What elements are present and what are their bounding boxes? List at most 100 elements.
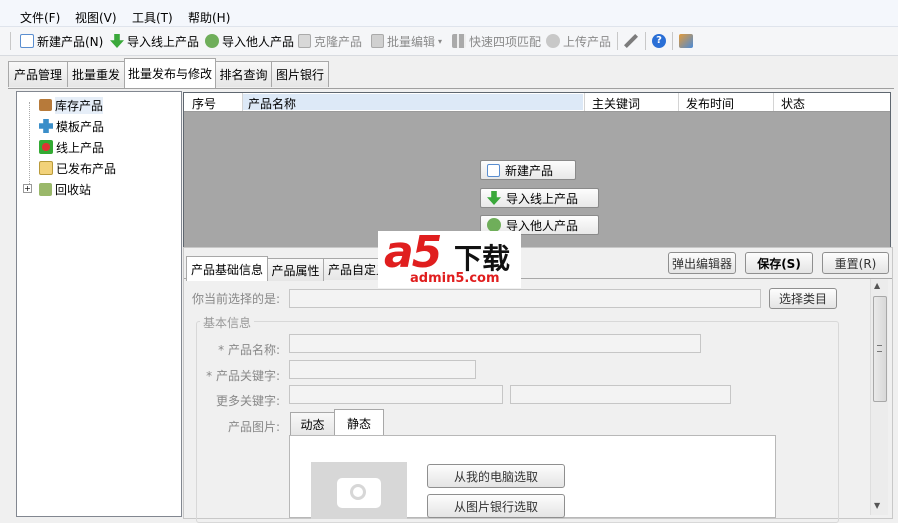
camera-icon [337,478,381,508]
select-from-computer-button[interactable]: 从我的电脑选取 [427,464,565,488]
save-button[interactable]: 保存(S) [745,252,813,274]
tree-item-label: 回收站 [55,182,92,197]
tab-product-management[interactable]: 产品管理 [8,61,68,87]
puzzle-icon [39,119,53,133]
a5-watermark-logo: a5 下载 admin5.com [378,227,521,288]
upload-label: 上传产品 [563,34,612,49]
tree-item-label: 库存产品 [55,96,104,114]
help-button[interactable]: ? [652,32,666,50]
scrollbar-thumb[interactable] [873,296,887,402]
tab-batch-repost[interactable]: 批量重发 [67,61,125,87]
new-document-icon [487,163,500,177]
settings-tools-button[interactable] [624,32,638,50]
scroll-up-arrow-icon[interactable]: ▲ [874,281,880,290]
dropdown-arrow-icon[interactable]: ▾ [438,37,442,46]
tab-image-bank[interactable]: 图片银行 [271,61,329,87]
product-detail-panel: 产品基础信息 产品属性 产品自定义 弹出编辑器 保存(S) 重置(R) 你当前选… [183,247,893,523]
main-tabs: 产品管理 批量重发 批量发布与修改 排名查询 图片银行 [8,58,894,89]
download-arrow-icon [110,34,124,48]
tab-batch-publish-edit[interactable]: 批量发布与修改 [124,58,216,88]
upload-icon [546,34,560,48]
new-product-button[interactable]: 新建产品(N) [20,32,103,50]
import-online-label: 导入线上产品 [127,34,200,49]
tree-item-published[interactable]: 已发布产品 [39,159,116,177]
new-document-icon [20,34,34,48]
reset-button[interactable]: 重置(R) [822,252,889,274]
account-button[interactable] [679,32,693,50]
col-main-keyword[interactable]: 主关键词 [592,95,640,112]
online-product-icon [39,140,53,154]
col-publish-time[interactable]: 发布时间 [686,95,734,112]
grid-new-product-button[interactable]: 新建产品 [480,160,576,180]
more-keyword-input-2[interactable] [510,385,731,404]
select-from-image-bank-button[interactable]: 从图片银行选取 [427,494,565,518]
tree-item-recycle-bin[interactable]: 回收站 [39,180,91,198]
image-placeholder [311,462,407,519]
batch-edit-icon [371,34,384,48]
subtab-custom[interactable]: 产品自定义 [323,258,383,280]
col-status[interactable]: 状态 [781,95,805,112]
batch-edit-label: 批量编辑 [387,34,436,49]
col-product-name[interactable]: 产品名称 [248,95,296,112]
tree-item-label: 模板产品 [56,119,105,134]
import-others-label: 导入他人产品 [222,34,295,49]
menubar: 文件(F) 视图(V) 工具(T) 帮助(H) [0,0,898,27]
detail-scrollbar[interactable]: ▲ ▼ [870,279,888,515]
grid-import-online-button[interactable]: 导入线上产品 [480,188,599,208]
clone-icon [298,34,311,48]
user-import-icon [205,34,219,48]
clone-button[interactable]: 克隆产品 [298,32,362,50]
current-category-field[interactable] [289,289,761,308]
watermark-site: admin5.com [410,271,500,286]
box-icon [39,99,52,111]
select-category-button[interactable]: 选择类目 [769,288,837,309]
download-arrow-icon [487,191,501,205]
quick-match-label: 快速四项匹配 [469,34,542,49]
basic-info-group-title: 基本信息 [200,314,255,331]
column-divider [584,93,585,111]
import-online-button[interactable]: 导入线上产品 [110,32,199,50]
column-divider [678,93,679,111]
more-keyword-input-1[interactable] [289,385,503,404]
popup-editor-button[interactable]: 弹出编辑器 [668,252,736,274]
tree-item-online[interactable]: 线上产品 [39,138,104,156]
published-icon [39,161,53,175]
grid-action-label: 导入线上产品 [506,191,579,206]
grid-match-icon [452,34,466,48]
menu-file[interactable]: 文件(F) [20,9,60,26]
upload-button[interactable]: 上传产品 [546,32,611,50]
menu-view[interactable]: 视图(V) [75,9,117,26]
tree-item-inventory[interactable]: 库存产品 [39,96,104,114]
help-icon: ? [652,34,666,48]
product-keyword-input[interactable] [289,360,476,379]
tree-lines [29,102,31,190]
toolbar-grip [10,32,11,50]
product-keyword-label: * 产品关键字: [206,369,280,383]
tab-ranking-query[interactable]: 排名查询 [215,61,272,87]
column-divider [773,93,774,111]
quick-match-button[interactable]: 快速四项匹配 [452,32,541,50]
subtab-attributes[interactable]: 产品属性 [267,258,324,281]
subtab-basic-info[interactable]: 产品基础信息 [186,256,268,281]
tree-item-templates[interactable]: 模板产品 [39,117,104,135]
product-name-input[interactable] [289,334,701,353]
menu-help[interactable]: 帮助(H) [188,9,230,26]
product-image-label: 产品图片: [227,420,280,434]
user-import-icon [487,218,501,232]
product-category-tree: 库存产品 模板产品 线上产品 已发布产品 + 回收站 [16,91,182,517]
image-tab-dynamic[interactable]: 动态 [290,412,335,435]
batch-edit-button[interactable]: 批量编辑 ▾ [371,32,442,50]
menu-tools[interactable]: 工具(T) [132,9,173,26]
product-name-label: * 产品名称: [218,343,280,357]
scroll-down-arrow-icon[interactable]: ▼ [874,501,880,510]
grid-action-label: 新建产品 [505,163,554,178]
col-index[interactable]: 序号 [192,95,216,112]
import-others-button[interactable]: 导入他人产品 [205,32,294,50]
toolbar-separator [672,32,673,50]
expand-plus-icon[interactable]: + [23,184,32,193]
tree-item-label: 线上产品 [56,140,105,155]
grid-header: 序号 产品名称 主关键词 发布时间 状态 [184,93,890,112]
toolbar-separator [645,32,646,50]
image-tab-static[interactable]: 静态 [334,409,384,436]
recycle-bin-icon [39,182,52,196]
